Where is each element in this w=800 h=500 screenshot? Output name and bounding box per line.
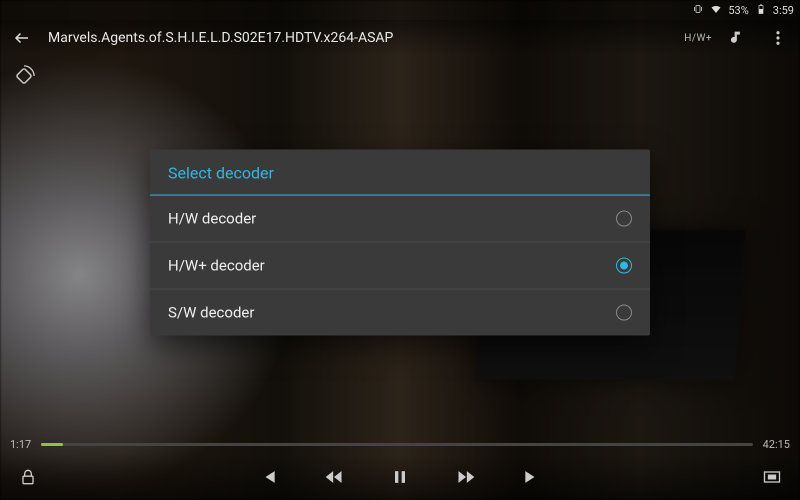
select-decoder-dialog: Select decoder H/W decoder H/W+ decoder … [150,150,650,336]
radio-icon [616,258,632,274]
rotate-button[interactable] [10,62,38,90]
decoder-option-label: S/W decoder [168,304,254,322]
forward-button[interactable] [456,467,476,487]
total-duration: 42:15 [763,438,790,451]
wifi-icon [710,3,722,18]
clock-text: 3:59 [773,4,794,17]
decoder-option-sw[interactable]: S/W decoder [150,290,650,336]
elapsed-time: 1:17 [10,438,31,451]
radio-icon [616,211,632,227]
decoder-option-hw[interactable]: H/W decoder [150,196,650,243]
player-top-bar: Marvels.Agents.of.S.H.I.E.L.D.S02E17.HDT… [0,20,800,56]
decoder-option-hwplus[interactable]: H/W+ decoder [150,243,650,290]
video-title: Marvels.Agents.of.S.H.I.E.L.D.S02E17.HDT… [48,30,393,46]
seek-bar-row: 1:17 42:15 [0,434,800,454]
decoder-badge[interactable]: H/W+ [684,33,712,44]
seek-bar[interactable] [41,443,752,446]
android-status-bar: 53% 3:59 [0,0,800,20]
vibrate-icon [692,3,704,18]
aspect-ratio-button[interactable] [762,467,782,487]
radio-icon [616,305,632,321]
battery-text: 53% [728,4,748,17]
pause-button[interactable] [390,467,410,487]
audio-track-button[interactable] [724,24,752,52]
lock-button[interactable] [18,467,38,487]
overflow-menu-button[interactable] [764,24,792,52]
back-button[interactable] [8,24,36,52]
next-button[interactable] [522,467,542,487]
prev-button[interactable] [258,467,278,487]
decoder-option-label: H/W decoder [168,210,256,228]
seek-bar-fill [41,443,62,446]
battery-icon [755,3,767,18]
player-controls [0,454,800,500]
rewind-button[interactable] [324,467,344,487]
decoder-option-label: H/W+ decoder [168,257,265,275]
dialog-title: Select decoder [150,150,650,196]
